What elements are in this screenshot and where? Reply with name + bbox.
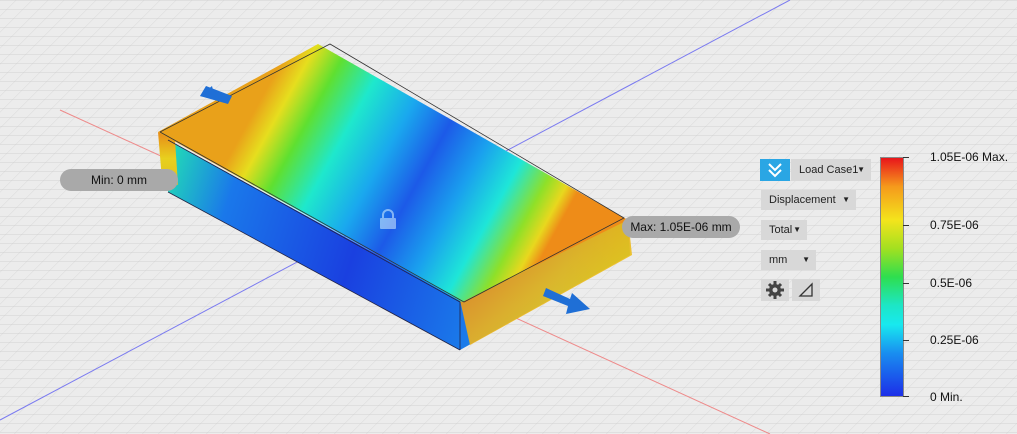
- result-type-value: Displacement: [769, 194, 836, 206]
- legend-label-min: 0 Min.: [930, 390, 963, 404]
- legend-tick: [903, 157, 909, 158]
- component-value: Total: [769, 224, 793, 236]
- max-probe-label[interactable]: Max: 1.05E-06 mm: [622, 216, 740, 238]
- legend-tick: [903, 225, 909, 226]
- 3d-viewport[interactable]: [0, 0, 1017, 434]
- result-type-dropdown[interactable]: Displacement ▼: [761, 190, 856, 210]
- legend-label-0.5: 0.5E-06: [930, 276, 973, 290]
- legend-label-0.75: 0.75E-06: [930, 218, 979, 232]
- color-legend-bar: [880, 157, 904, 397]
- legend-label-0.25: 0.25E-06: [930, 333, 979, 347]
- component-dropdown[interactable]: Total ▼: [761, 220, 807, 240]
- chevron-down-icon: ▼: [842, 195, 850, 204]
- chevron-down-icon: ▼: [857, 165, 865, 174]
- legend-tick: [903, 396, 909, 397]
- legend-label-max: 1.05E-06 Max.: [930, 150, 1009, 164]
- double-check-icon: [768, 163, 782, 178]
- gear-icon: [766, 281, 784, 299]
- apply-results-button[interactable]: [760, 159, 790, 181]
- deformation-scale-button[interactable]: [792, 279, 820, 301]
- chevron-down-icon: ▼: [793, 225, 801, 234]
- load-case-dropdown[interactable]: Load Case1 ▼: [791, 159, 871, 181]
- settings-button[interactable]: [761, 279, 789, 301]
- legend-tick: [903, 340, 909, 341]
- deformation-scale-icon: [798, 282, 813, 297]
- min-probe-label[interactable]: Min: 0 mm: [60, 169, 178, 191]
- units-value: mm: [769, 254, 788, 266]
- load-case-value: Load Case1: [799, 164, 859, 176]
- legend-tick: [903, 283, 909, 284]
- units-dropdown[interactable]: mm ▼: [761, 250, 816, 270]
- chevron-down-icon: ▼: [802, 255, 810, 264]
